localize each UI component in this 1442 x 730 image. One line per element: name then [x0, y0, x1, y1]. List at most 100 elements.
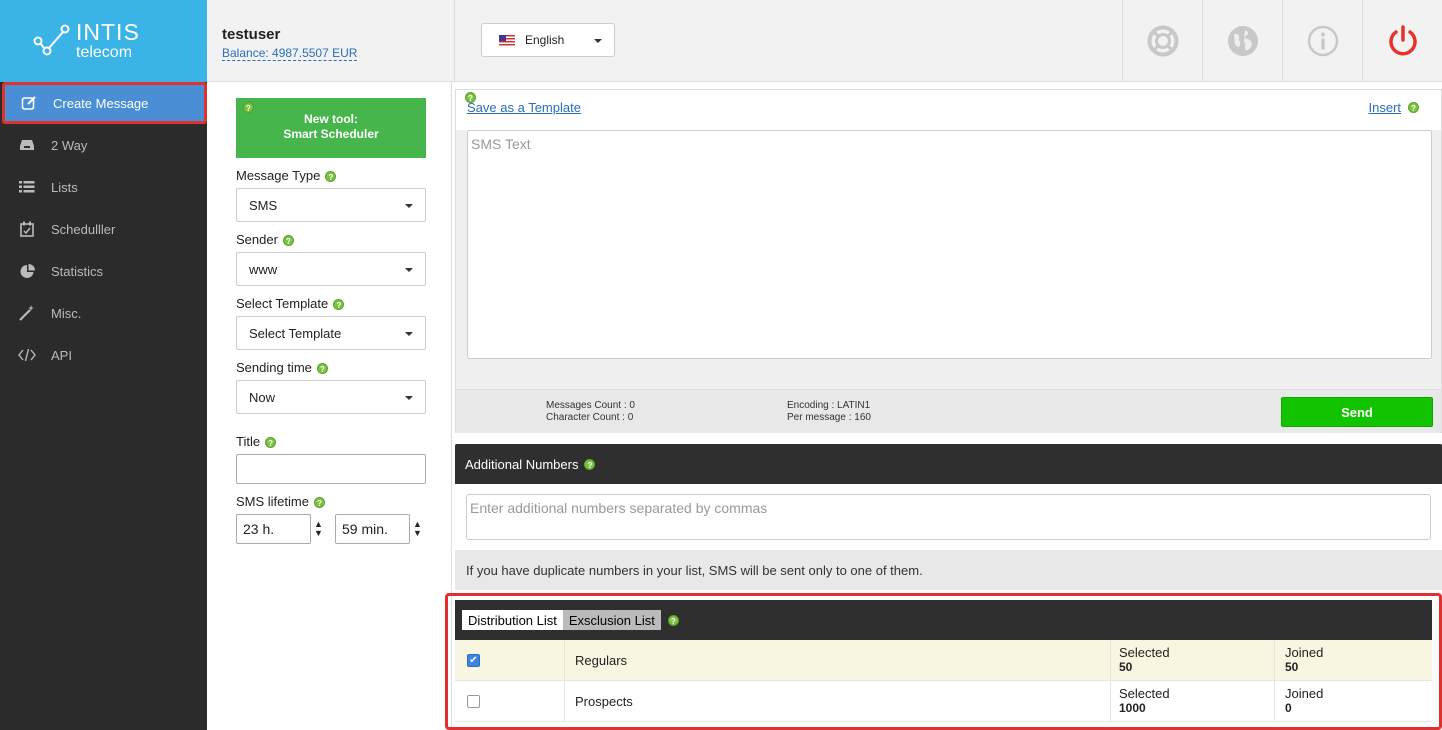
selected-cell: Selected 50 — [1111, 640, 1275, 680]
message-counts: Messages Count : 0 Character Count : 0 — [546, 400, 635, 424]
smart-scheduler-promo-button[interactable]: ? New tool: Smart Scheduler — [236, 98, 426, 158]
additional-numbers-header: Additional Numbers ? — [455, 444, 1442, 484]
tab-exclusion-list[interactable]: Exsclusion List — [562, 610, 661, 630]
character-count: Character Count : 0 — [546, 412, 634, 423]
sidebar-item-create-message[interactable]: Create Message — [2, 82, 207, 124]
message-type-label: Message Type? — [236, 168, 337, 183]
user-info: testuser Balance: 4987.5507 EUR — [222, 26, 358, 61]
sms-lifetime-label: SMS lifetime? — [236, 494, 325, 509]
help-icon[interactable]: ? — [325, 171, 337, 183]
header-divider — [454, 0, 455, 82]
joined-count: 0 — [1285, 701, 1292, 715]
chevron-down-icon — [405, 332, 413, 336]
joined-cell: Joined 50 — [1285, 645, 1324, 674]
promo-line-1: New tool: — [304, 112, 358, 126]
power-icon — [1388, 25, 1417, 56]
selected-count: 1000 — [1119, 701, 1146, 715]
info-button[interactable] — [1282, 0, 1362, 82]
help-icon[interactable]: ? — [282, 235, 294, 247]
list-name: Prospects — [565, 681, 1111, 721]
row-checkbox[interactable] — [467, 694, 480, 708]
tab-distribution-list[interactable]: Distribution List — [462, 610, 563, 630]
joined-count: 50 — [1285, 660, 1299, 674]
send-button[interactable]: Send — [1281, 397, 1433, 427]
lists-header: Distribution List Exsclusion List ? — [455, 600, 1432, 640]
sending-time-value: Now — [249, 389, 276, 405]
hours-stepper-icon[interactable]: ▲ ▼ — [314, 514, 324, 544]
save-as-template-link[interactable]: Save as a Template — [467, 100, 581, 115]
sidebar-item-label: Create Message — [53, 95, 149, 111]
title-label: Title? — [236, 434, 277, 449]
help-icon[interactable]: ? — [1408, 102, 1419, 113]
encoding: Encoding : LATIN1 — [787, 400, 871, 411]
title-input[interactable] — [236, 454, 426, 484]
chevron-down-icon — [405, 204, 413, 208]
help-icon[interactable]: ? — [333, 299, 345, 311]
sender-label: Sender? — [236, 232, 294, 247]
website-button[interactable] — [1202, 0, 1282, 82]
encoding-info: Encoding : LATIN1 Per message : 160 — [787, 400, 871, 424]
sender-value: www — [249, 261, 278, 277]
per-message: Per message : 160 — [787, 412, 871, 423]
logo-icon — [33, 24, 70, 56]
sidebar-item-label: Statistics — [51, 263, 104, 279]
help-icon[interactable]: ? — [243, 102, 254, 113]
language-select[interactable]: English — [481, 23, 615, 57]
sidebar-item-api[interactable]: API — [0, 334, 207, 376]
save-template-wrapper: ? Save as a Template — [465, 92, 581, 115]
distribution-lists-panel: Distribution List Exsclusion List ? ✔ Re… — [445, 593, 1442, 730]
insert-link[interactable]: Insert — [1368, 100, 1401, 115]
lifetime-hours-input[interactable]: 23 h. — [236, 514, 311, 544]
brand-logo[interactable]: INTIS telecom — [0, 0, 207, 82]
help-icon[interactable]: ? — [313, 497, 325, 509]
main-content: ? Save as a Template Insert ? SMS Text M… — [445, 82, 1442, 730]
language-value: English — [525, 33, 565, 47]
inbox-icon — [18, 137, 36, 153]
support-button[interactable] — [1122, 0, 1202, 82]
sidebar: INTIS telecom Create Message 2 Way Lists… — [0, 0, 207, 730]
table-row[interactable]: ✔ Regulars Selected 50 Joined 50 — [455, 640, 1432, 681]
additional-numbers-input[interactable]: Enter additional numbers separated by co… — [466, 494, 1431, 540]
messages-count: Messages Count : 0 — [546, 400, 635, 411]
row-checkbox[interactable]: ✔ — [467, 653, 480, 667]
help-icon[interactable]: ? — [584, 458, 596, 470]
header-actions — [1122, 0, 1442, 82]
top-header: testuser Balance: 4987.5507 EUR English — [207, 0, 1442, 82]
brand-name: INTIS — [76, 19, 140, 45]
help-icon[interactable]: ? — [316, 363, 328, 375]
sidebar-item-label: Misc. — [51, 305, 82, 321]
additional-numbers-body: Enter additional numbers separated by co… — [455, 484, 1442, 550]
sender-select[interactable]: www — [236, 252, 426, 286]
template-select[interactable]: Select Template — [236, 316, 426, 350]
sending-time-label: Sending time? — [236, 360, 328, 375]
list-icon — [18, 179, 36, 195]
logout-button[interactable] — [1362, 0, 1442, 82]
sidebar-item-label: 2 Way — [51, 137, 88, 153]
help-icon[interactable]: ? — [667, 614, 679, 626]
sidebar-item-lists[interactable]: Lists — [0, 166, 207, 208]
message-type-select[interactable]: SMS — [236, 188, 426, 222]
additional-numbers-title: Additional Numbers — [465, 456, 579, 472]
message-type-value: SMS — [249, 197, 278, 213]
table-row[interactable]: Prospects Selected 1000 Joined 0 — [455, 681, 1432, 722]
minutes-stepper-icon[interactable]: ▲ ▼ — [413, 514, 423, 544]
balance-link[interactable]: Balance: 4987.5507 EUR — [222, 46, 358, 61]
duplicate-numbers-note: If you have duplicate numbers in your li… — [466, 563, 923, 578]
promo-line-2: Smart Scheduler — [283, 127, 379, 141]
joined-cell: Joined 0 — [1285, 686, 1324, 715]
lifetime-minutes-input[interactable]: 59 min. — [335, 514, 410, 544]
sidebar-item-label: Lists — [51, 179, 78, 195]
sidebar-item-label: Schedulller — [51, 221, 116, 237]
help-icon[interactable]: ? — [265, 437, 277, 449]
username: testuser — [222, 26, 281, 43]
help-icon[interactable]: ? — [465, 92, 476, 103]
brand-subname: telecom — [76, 44, 133, 61]
sidebar-item-scheduler[interactable]: Schedulller — [0, 208, 207, 250]
calendar-icon — [18, 221, 36, 237]
sms-text-input[interactable]: SMS Text — [467, 130, 1432, 359]
sidebar-item-misc[interactable]: Misc. — [0, 292, 207, 334]
sidebar-item-statistics[interactable]: Statistics — [0, 250, 207, 292]
sidebar-item-2-way[interactable]: 2 Way — [0, 124, 207, 166]
sending-time-select[interactable]: Now — [236, 380, 426, 414]
magic-wand-icon — [18, 305, 36, 321]
